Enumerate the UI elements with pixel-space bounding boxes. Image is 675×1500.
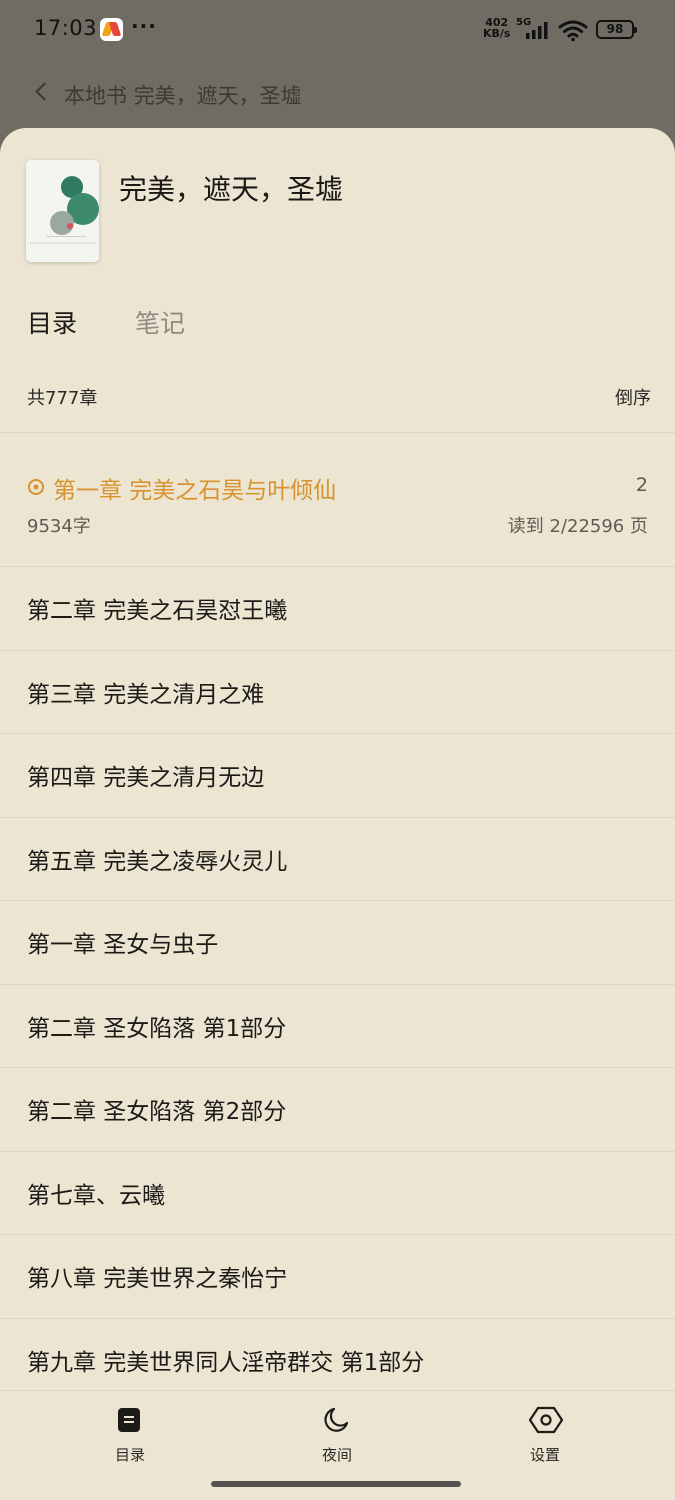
reading-progress: 读到 2/22596 页 <box>507 516 648 537</box>
background-header: 本地书 完美，遮天，圣墟 <box>0 70 675 120</box>
list-item[interactable]: 第一章 圣女与虫子 <box>0 900 675 984</box>
list-item[interactable]: 第四章 完美之清月无边 <box>0 733 675 817</box>
settings-icon <box>529 1406 563 1434</box>
tab-toc[interactable]: 目录 <box>27 304 77 340</box>
tab-notes[interactable]: 笔记 <box>135 304 185 340</box>
chapter-list: 第二章 完美之石昊怼王曦 第三章 完美之清月之难 第四章 完美之清月无边 第五章… <box>0 566 675 1401</box>
list-item[interactable]: 第五章 完美之凌辱火灵儿 <box>0 816 675 901</box>
list-item[interactable]: 第二章 圣女陷落 第1部分 <box>0 983 675 1068</box>
toc-sheet: 完美，遮天，圣墟 目录 笔记 共777章 倒序 第一章 完美之石昊与叶倾仙 2 … <box>0 128 675 1500</box>
sort-order-button[interactable]: 倒序 <box>615 384 651 410</box>
nav-settings-button[interactable]: 设置 <box>485 1391 605 1471</box>
list-item[interactable]: 第九章 完美世界同人淫帝群交 第1部分 <box>0 1317 675 1402</box>
divider <box>0 432 675 433</box>
nav-settings-label: 设置 <box>529 1446 560 1464</box>
chapter-title: 第二章 圣女陷落 第2部分 <box>27 1099 287 1126</box>
background-title: 本地书 完美，遮天，圣墟 <box>64 84 302 108</box>
list-item[interactable]: 第二章 圣女陷落 第2部分 <box>0 1067 675 1151</box>
list-item[interactable]: 第二章 完美之石昊怼王曦 <box>0 566 675 650</box>
current-chapter-item[interactable]: 第一章 完美之石昊与叶倾仙 2 9534字 读到 2/22596 页 <box>0 450 675 566</box>
chapter-count: 共777章 <box>27 388 98 409</box>
more-notifications-icon: ··· <box>131 14 157 38</box>
bottom-nav: 目录 夜间 设置 <box>0 1390 675 1500</box>
chapter-title: 第二章 完美之石昊怼王曦 <box>27 598 288 625</box>
network-speed: 402 KB/s <box>483 17 510 39</box>
book-cover-art <box>26 160 99 262</box>
list-item[interactable]: 第七章、云曦 <box>0 1150 675 1235</box>
current-chapter-page: 2 <box>635 474 648 496</box>
battery-icon: 98 <box>596 20 637 39</box>
chapter-title: 第五章 完美之凌辱火灵儿 <box>27 848 288 875</box>
nav-toc-label: 目录 <box>114 1446 145 1464</box>
status-time: 17:03 <box>34 16 98 40</box>
current-location-icon <box>28 479 44 495</box>
chapter-title: 第二章 圣女陷落 第1部分 <box>27 1015 287 1042</box>
chapter-title: 第八章 完美世界之秦怡宁 <box>27 1266 288 1293</box>
network-speed-unit: KB/s <box>483 27 511 40</box>
status-bar: 17:03 ··· 402 KB/s 5G 98 <box>0 0 675 60</box>
chapter-title: 第三章 完美之清月之难 <box>27 681 265 708</box>
chapter-title: 第九章 完美世界同人淫帝群交 第1部分 <box>27 1349 425 1376</box>
list-item[interactable]: 第三章 完美之清月之难 <box>0 649 675 734</box>
nav-night-label: 夜间 <box>321 1446 352 1464</box>
chapter-title: 第一章 圣女与虫子 <box>27 932 219 959</box>
nav-toc-button[interactable]: 目录 <box>70 1391 190 1471</box>
nav-night-button[interactable]: 夜间 <box>277 1391 397 1471</box>
chapter-title: 第七章、云曦 <box>27 1182 165 1209</box>
book-cover <box>26 160 99 262</box>
wifi-icon <box>558 20 588 42</box>
current-chapter-word-count: 9534字 <box>27 516 91 537</box>
signal-icon <box>526 22 548 39</box>
back-icon <box>35 82 54 101</box>
list-item[interactable]: 第八章 完美世界之秦怡宁 <box>0 1234 675 1318</box>
home-indicator[interactable] <box>211 1481 461 1487</box>
moon-icon <box>324 1407 349 1432</box>
chapter-title: 第四章 完美之清月无边 <box>27 765 265 792</box>
app-notification-icon <box>100 18 123 41</box>
toc-icon <box>118 1408 140 1432</box>
book-title: 完美，遮天，圣墟 <box>119 173 344 206</box>
current-chapter-title: 第一章 完美之石昊与叶倾仙 <box>53 478 337 504</box>
